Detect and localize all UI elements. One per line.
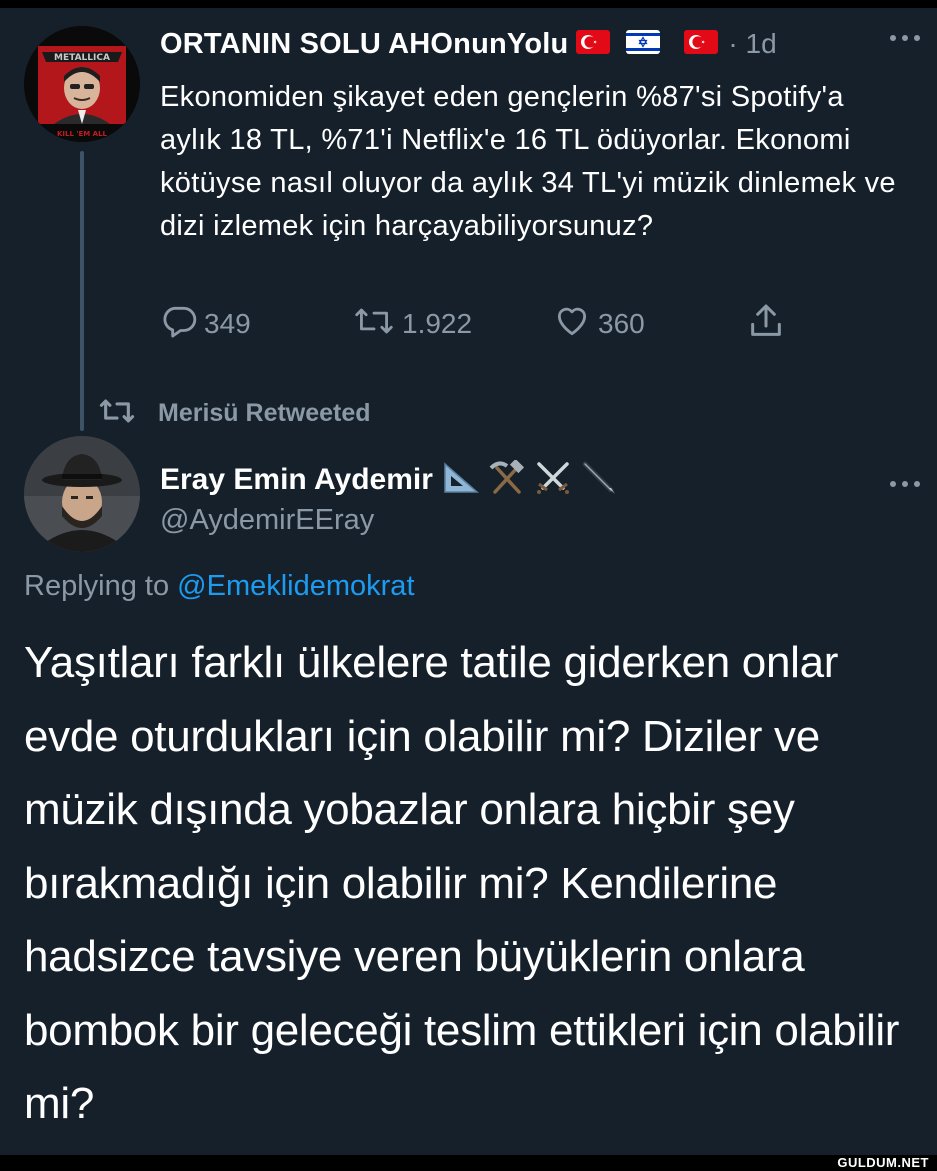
reply-icon bbox=[160, 302, 204, 347]
reply-tweet-text: Yaşıtları farklı ülkelere tatile giderke… bbox=[24, 638, 900, 1128]
reply-tweet-header: Eray Emin Aydemir bbox=[160, 454, 625, 506]
parent-tweet-timestamp[interactable]: · 1d bbox=[728, 28, 776, 60]
reply-author-avatar[interactable] bbox=[24, 436, 140, 552]
reply-count: 349 bbox=[204, 308, 251, 339]
parent-author-avatar[interactable]: METALLICA KILL 'EM ALL bbox=[24, 26, 140, 142]
like-button[interactable]: 360 bbox=[552, 300, 645, 348]
tweet-action-bar: 349 1.922 360 bbox=[160, 300, 810, 348]
like-count: 360 bbox=[598, 308, 645, 339]
thread-connector-line bbox=[80, 151, 84, 431]
pen-icon bbox=[579, 460, 625, 501]
reply-author-name[interactable]: Eray Emin Aydemir bbox=[160, 463, 433, 497]
turkey-flag-icon bbox=[576, 29, 611, 59]
retweet-count: 1.922 bbox=[402, 308, 473, 339]
triangle-ruler-icon bbox=[441, 460, 487, 501]
parent-tweet-header: ORTANIN SOLU AHOnunYolu · 1d bbox=[160, 20, 917, 68]
replying-to-prefix: Replying to bbox=[24, 570, 178, 602]
heart-icon bbox=[552, 302, 598, 347]
retweet-context: Merisü Retweeted bbox=[96, 394, 371, 432]
avatar-caption: KILL 'EM ALL bbox=[57, 130, 108, 138]
retweet-icon bbox=[352, 302, 402, 347]
turkey-flag-icon bbox=[684, 29, 719, 59]
parent-tweet-text: Ekonomiden şikayet eden gençlerin %87'si… bbox=[160, 81, 896, 242]
site-watermark: GULDUM.NET bbox=[837, 1155, 929, 1170]
share-button[interactable] bbox=[746, 300, 792, 348]
crossed-swords-icon bbox=[533, 460, 579, 501]
reply-author-handle[interactable]: @AydemirEEray bbox=[160, 504, 374, 537]
tweet-screen: METALLICA KILL 'EM ALL ORTANIN SOLU AHOn… bbox=[0, 8, 937, 1155]
retweet-button[interactable]: 1.922 bbox=[352, 300, 472, 348]
retweeted-by-label[interactable]: Merisü Retweeted bbox=[158, 399, 371, 428]
svg-text:METALLICA: METALLICA bbox=[54, 53, 110, 63]
share-icon bbox=[746, 301, 792, 348]
retweet-icon bbox=[96, 394, 138, 433]
replying-to-line: Replying to @Emeklidemokrat bbox=[24, 570, 415, 603]
reply-button[interactable]: 349 bbox=[160, 300, 251, 348]
hammer-and-pick-icon bbox=[487, 458, 533, 501]
more-options-icon[interactable] bbox=[885, 464, 925, 509]
more-options-icon[interactable] bbox=[885, 18, 925, 63]
replying-to-mention[interactable]: @Emeklidemokrat bbox=[177, 570, 414, 602]
israel-flag-icon bbox=[626, 29, 661, 59]
parent-author-name[interactable]: ORTANIN SOLU AHOnunYolu bbox=[160, 28, 568, 61]
